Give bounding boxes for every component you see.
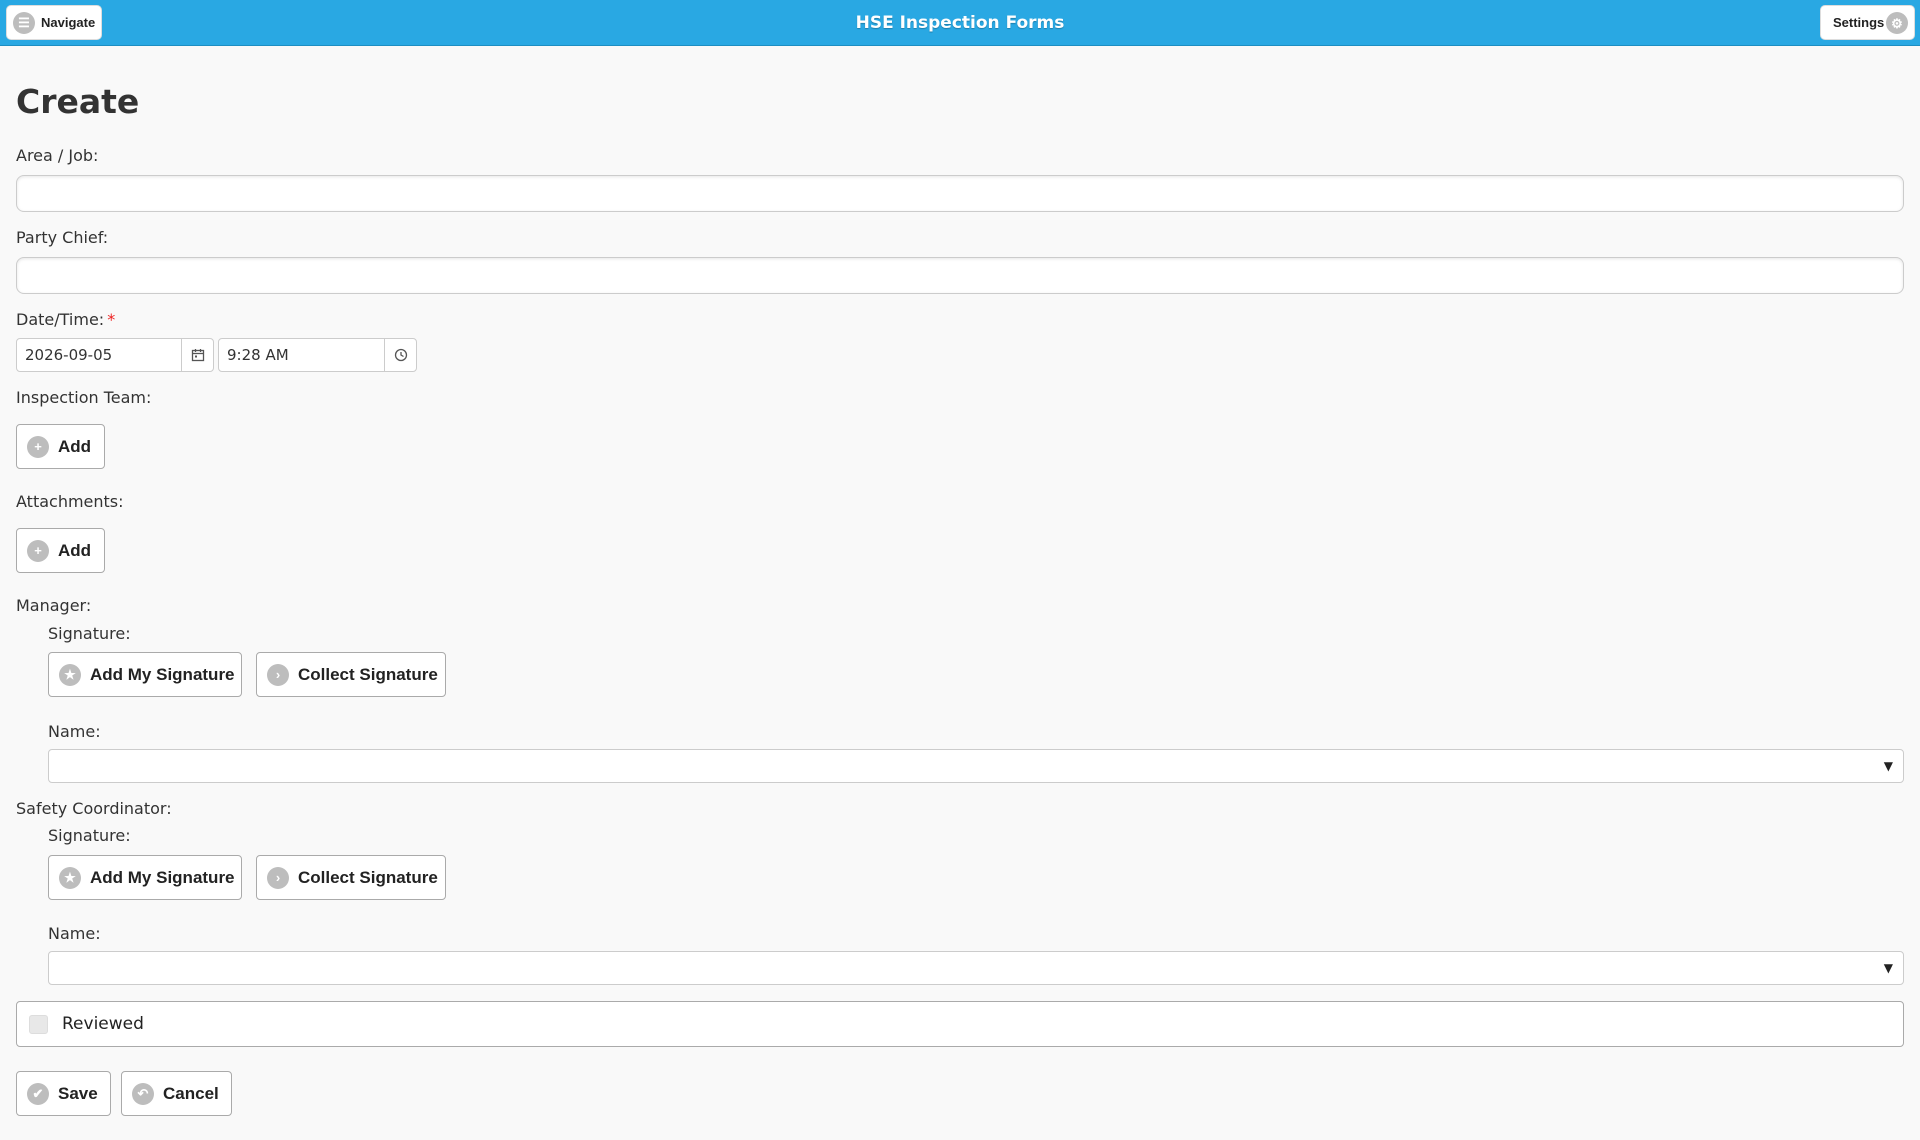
app-title: HSE Inspection Forms: [855, 13, 1065, 33]
reviewed-checkbox[interactable]: Reviewed: [16, 1001, 1904, 1047]
app-header: ☰ Navigate HSE Inspection Forms Settings…: [0, 0, 1920, 46]
time-input[interactable]: [219, 339, 384, 371]
reviewed-label: Reviewed: [62, 1014, 144, 1034]
arrow-right-icon: ›: [267, 663, 289, 686]
plus-icon: +: [27, 435, 49, 458]
manager-signature-label: Signature:: [48, 624, 131, 643]
manager-collect-signature-button[interactable]: › Collect Signature: [256, 652, 446, 697]
safety-coordinator-add-my-signature-button[interactable]: ★ Add My Signature: [48, 855, 242, 900]
manager-name-label: Name:: [48, 722, 101, 741]
plus-icon: +: [27, 539, 49, 562]
safety-coordinator-collect-signature-button[interactable]: › Collect Signature: [256, 855, 446, 900]
arrow-right-icon: ›: [267, 866, 289, 889]
add-my-signature-label: Add My Signature: [90, 664, 235, 684]
safety-coordinator-name-label: Name:: [48, 924, 101, 943]
date-input[interactable]: [17, 339, 181, 371]
save-button[interactable]: ✔ Save: [16, 1071, 111, 1116]
area-job-input[interactable]: [16, 175, 1904, 212]
safety-coordinator-name-select[interactable]: ▼: [48, 951, 1904, 985]
time-picker: [218, 338, 417, 372]
safety-coordinator-label: Safety Coordinator:: [16, 799, 172, 818]
add-label: Add: [58, 436, 92, 456]
datetime-label: Date/Time: *: [16, 310, 115, 329]
add-inspection-team-button[interactable]: + Add: [16, 424, 105, 469]
attachments-label: Attachments:: [16, 492, 124, 511]
checkbox-box[interactable]: [29, 1014, 48, 1034]
collect-signature-label: Collect Signature: [298, 867, 438, 887]
manager-name-select[interactable]: ▼: [48, 749, 1904, 783]
settings-label: Settings: [1833, 15, 1885, 30]
area-job-label: Area / Job:: [16, 146, 99, 165]
date-picker: [16, 338, 214, 372]
gear-icon: ⚙: [1886, 12, 1908, 34]
clock-icon[interactable]: [384, 339, 416, 371]
chevron-down-icon: ▼: [1883, 759, 1893, 773]
datetime-label-text: Date/Time:: [16, 310, 105, 329]
cancel-label: Cancel: [163, 1083, 219, 1103]
add-label: Add: [58, 540, 92, 560]
cancel-button[interactable]: ↶ Cancel: [121, 1071, 232, 1116]
star-icon: ★: [59, 866, 81, 889]
safety-coordinator-signature-label: Signature:: [48, 826, 131, 845]
inspection-team-label: Inspection Team:: [16, 388, 152, 407]
add-my-signature-label: Add My Signature: [90, 867, 235, 887]
settings-button[interactable]: Settings ⚙: [1820, 5, 1915, 40]
page-title: Create: [16, 82, 140, 121]
calendar-icon[interactable]: [181, 339, 213, 371]
chevron-down-icon: ▼: [1883, 961, 1893, 975]
star-icon: ★: [59, 663, 81, 686]
party-chief-label: Party Chief:: [16, 228, 109, 247]
required-marker: *: [107, 310, 116, 329]
back-icon: ↶: [132, 1082, 154, 1105]
save-label: Save: [58, 1083, 98, 1103]
check-icon: ✔: [27, 1082, 49, 1105]
collect-signature-label: Collect Signature: [298, 664, 438, 684]
party-chief-input[interactable]: [16, 257, 1904, 294]
manager-add-my-signature-button[interactable]: ★ Add My Signature: [48, 652, 242, 697]
manager-label: Manager:: [16, 596, 92, 615]
add-attachment-button[interactable]: + Add: [16, 528, 105, 573]
